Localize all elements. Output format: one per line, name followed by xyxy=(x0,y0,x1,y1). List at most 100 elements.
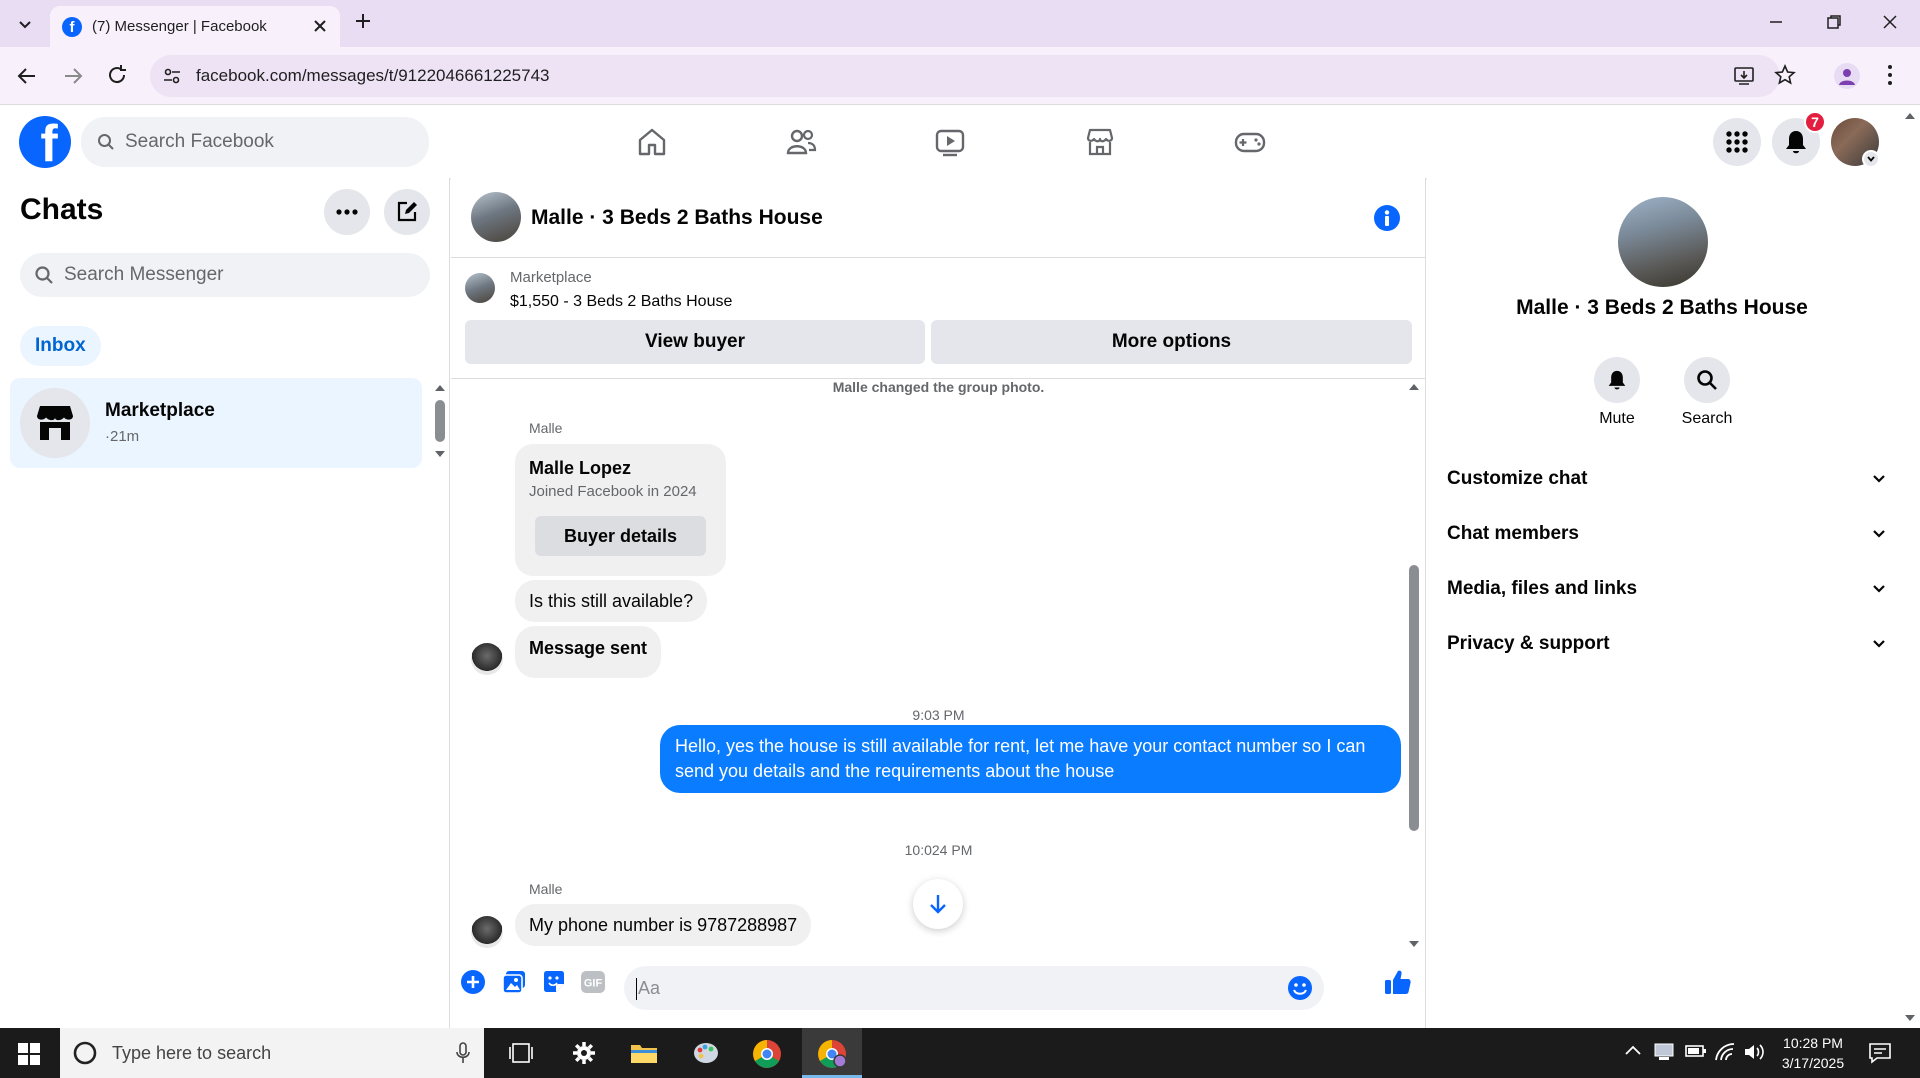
more-options-button[interactable]: More options xyxy=(931,320,1412,364)
like-button[interactable] xyxy=(1384,968,1412,996)
window-restore-button[interactable] xyxy=(1826,14,1842,30)
chat-list-scroll-down[interactable] xyxy=(434,450,446,458)
install-app-button[interactable] xyxy=(1733,65,1755,87)
nav-home[interactable] xyxy=(636,126,668,158)
message-bubble-sent[interactable]: Message sent xyxy=(515,626,662,678)
listing-thumbnail[interactable] xyxy=(465,273,495,303)
nav-watch[interactable] xyxy=(934,126,966,158)
tray-show-hidden-button[interactable] xyxy=(1624,1044,1642,1056)
url-text: facebook.com/messages/t/9122046661225743 xyxy=(196,66,550,85)
facebook-logo[interactable]: f xyxy=(19,116,71,168)
taskbar-chrome-app[interactable] xyxy=(752,1039,782,1069)
profile-button[interactable] xyxy=(1834,63,1860,89)
taskbar-settings-app[interactable] xyxy=(572,1041,596,1065)
taskbar-search-input[interactable]: Type here to search xyxy=(60,1028,484,1078)
conversation-info-button[interactable] xyxy=(1374,205,1400,231)
tab-close-button[interactable] xyxy=(312,18,328,34)
notification-center-button[interactable] xyxy=(1868,1042,1892,1064)
nav-gaming[interactable] xyxy=(1233,126,1267,158)
reload-button[interactable] xyxy=(106,64,128,86)
minimize-icon xyxy=(1770,21,1782,23)
browser-toolbar: facebook.com/messages/t/9122046661225743 xyxy=(0,47,1920,105)
cortana-circle-icon xyxy=(73,1041,97,1065)
folder-icon xyxy=(631,1045,657,1063)
conversation-avatar[interactable] xyxy=(471,192,521,242)
arrow-right-icon xyxy=(65,68,83,84)
search-icon xyxy=(1697,370,1717,390)
view-buyer-button[interactable]: View buyer xyxy=(465,320,925,364)
tray-network-device-icon[interactable] xyxy=(1653,1042,1675,1062)
emoji-button[interactable] xyxy=(1287,975,1313,1001)
sticker-icon xyxy=(544,971,564,992)
browser-tab-active[interactable]: f (7) Messenger | Facebook xyxy=(50,6,340,47)
scroll-to-bottom-button[interactable] xyxy=(913,879,963,929)
chat-list-item[interactable]: Marketplace ·21m xyxy=(10,378,422,468)
details-avatar[interactable] xyxy=(1618,197,1708,287)
tab-list-button[interactable] xyxy=(12,12,38,38)
buyer-details-button[interactable]: Buyer details xyxy=(535,516,706,556)
back-button[interactable] xyxy=(16,65,38,87)
mute-button[interactable] xyxy=(1594,357,1640,403)
account-menu-chevron[interactable] xyxy=(1862,150,1880,168)
nav-marketplace[interactable] xyxy=(1084,126,1116,158)
conversation-scrollbar-thumb[interactable] xyxy=(1409,565,1419,831)
window-minimize-button[interactable] xyxy=(1768,14,1784,30)
conversation-scroll-down[interactable] xyxy=(1408,940,1420,948)
conversation-scroll-up[interactable] xyxy=(1408,383,1420,391)
chat-list-scroll-up[interactable] xyxy=(434,384,446,392)
sender-avatar[interactable] xyxy=(471,916,503,948)
window-close-button[interactable] xyxy=(1882,14,1898,30)
tray-volume-icon[interactable] xyxy=(1743,1042,1767,1062)
nav-friends[interactable] xyxy=(785,126,817,158)
message-bubble-outgoing[interactable]: Hello, yes the house is still available … xyxy=(660,725,1401,793)
search-in-chat-button[interactable] xyxy=(1684,357,1730,403)
facebook-search-input[interactable]: Search Facebook xyxy=(81,117,429,167)
details-title: Malle · 3 Beds 2 Baths House xyxy=(1516,296,1808,319)
menu-grid-button[interactable] xyxy=(1713,118,1761,166)
attach-media-button[interactable] xyxy=(501,969,527,995)
site-info-icon[interactable] xyxy=(162,66,182,86)
conversation-title[interactable]: Malle · 3 Beds 2 Baths House xyxy=(531,206,823,230)
paint-palette-icon xyxy=(694,1043,718,1063)
taskbar-chrome-profile-app-active[interactable] xyxy=(802,1028,862,1078)
taskbar-paint-app[interactable] xyxy=(692,1039,720,1067)
more-horizontal-icon xyxy=(336,209,358,215)
page-scroll-down[interactable] xyxy=(1904,1014,1916,1022)
smiley-icon xyxy=(1288,976,1312,1000)
message-bubble-phone[interactable]: My phone number is 9787288987 xyxy=(515,904,812,946)
sticker-button[interactable] xyxy=(541,969,567,995)
timestamp-2: 10:024 PM xyxy=(904,842,973,858)
tray-battery-icon[interactable] xyxy=(1685,1044,1707,1058)
more-actions-button[interactable] xyxy=(460,969,486,995)
section-privacy-support[interactable]: Privacy & support xyxy=(1447,624,1887,664)
bookmark-button[interactable] xyxy=(1774,64,1796,86)
sender-avatar[interactable] xyxy=(471,643,503,675)
tray-wifi-icon[interactable] xyxy=(1714,1042,1736,1062)
section-customize-chat[interactable]: Customize chat xyxy=(1447,459,1887,499)
mute-label: Mute xyxy=(1599,410,1635,427)
taskbar-file-explorer-app[interactable] xyxy=(630,1041,658,1065)
friends-icon xyxy=(786,129,817,155)
chevron-down-icon xyxy=(1867,156,1875,162)
new-tab-button[interactable] xyxy=(354,12,372,30)
message-sender-label: Malle xyxy=(529,881,563,897)
start-button[interactable] xyxy=(18,1043,40,1065)
task-view-button[interactable] xyxy=(508,1042,534,1064)
listing-summary[interactable]: $1,550 - 3 Beds 2 Baths House xyxy=(510,293,732,311)
new-message-button[interactable] xyxy=(384,189,430,235)
browser-menu-button[interactable] xyxy=(1886,64,1894,86)
section-media-files-links[interactable]: Media, files and links xyxy=(1447,569,1887,609)
address-bar[interactable]: facebook.com/messages/t/9122046661225743 xyxy=(150,55,1780,97)
gif-button[interactable]: GIF xyxy=(580,970,606,994)
messenger-search-input[interactable]: Search Messenger xyxy=(20,253,430,297)
forward-button[interactable] xyxy=(62,65,84,87)
restore-icon xyxy=(1827,15,1841,29)
filter-inbox-chip[interactable]: Inbox xyxy=(20,326,101,366)
page-scroll-up[interactable] xyxy=(1904,112,1916,120)
message-bubble-question[interactable]: Is this still available? xyxy=(515,580,708,622)
message-input[interactable]: Aa xyxy=(624,966,1324,1010)
taskbar-clock[interactable]: 10:28 PM 3/17/2025 xyxy=(1778,1033,1848,1073)
chats-options-button[interactable] xyxy=(324,189,370,235)
chat-list-scrollbar-thumb[interactable] xyxy=(435,400,445,442)
section-chat-members[interactable]: Chat members xyxy=(1447,514,1887,554)
